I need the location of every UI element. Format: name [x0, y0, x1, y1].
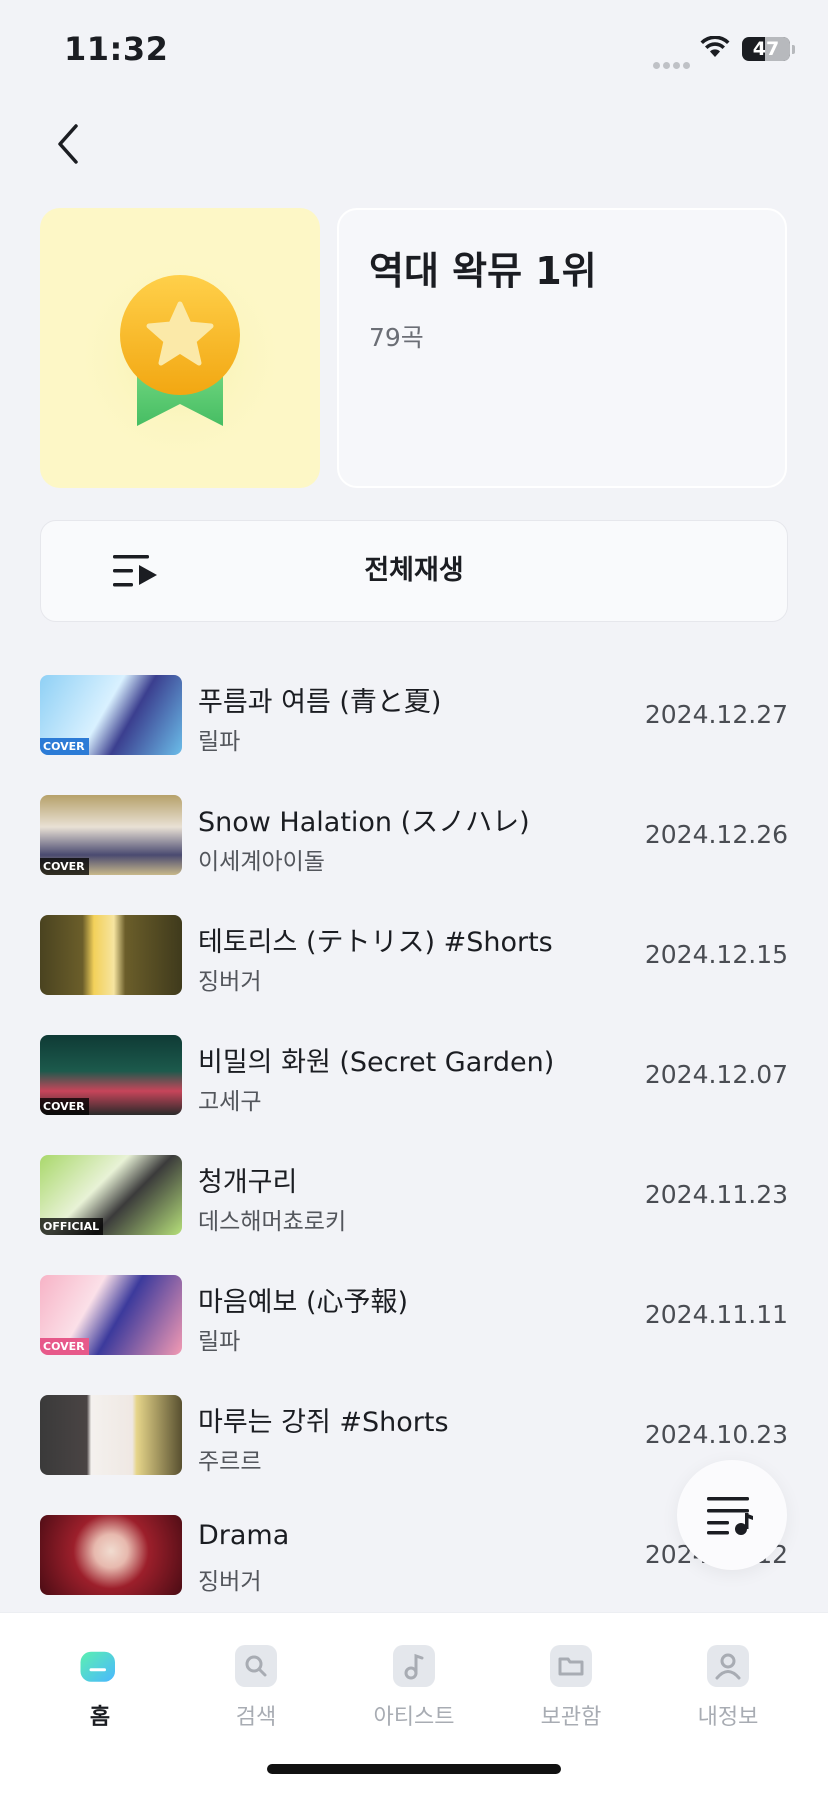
- song-date: 2024.11.11: [644, 1300, 788, 1329]
- home-indicator: [267, 1764, 561, 1774]
- song-row[interactable]: COVER 푸름과 여름 (青と夏) 릴파 2024.12.27: [0, 670, 828, 770]
- thumbnail-badge: COVER: [40, 1338, 89, 1355]
- status-time: 11:32: [64, 30, 169, 68]
- song-date: 2024.12.15: [644, 940, 788, 969]
- thumbnail-badge: COVER: [40, 738, 89, 755]
- song-title: 푸름과 여름 (青と夏): [198, 687, 442, 718]
- song-artist: 릴파: [198, 1329, 241, 1355]
- search-icon: [235, 1645, 277, 1687]
- playlist-info-card: 역대 왁뮤 1위 79곡: [337, 208, 787, 488]
- song-title: 마루는 강쥐 #Shorts: [198, 1407, 449, 1438]
- song-row[interactable]: COVER Snow Halation (スノハレ) 이세계아이돌 2024.1…: [0, 790, 828, 890]
- back-chevron-icon[interactable]: [54, 124, 84, 164]
- song-artist: 데스해머쵸로키: [198, 1209, 347, 1235]
- song-thumbnail: [40, 1395, 182, 1475]
- song-thumbnail: [40, 1515, 182, 1595]
- song-artist: 징버거: [198, 1569, 262, 1595]
- song-title: 테토리스 (テトリス) #Shorts: [198, 927, 553, 958]
- status-bar: 11:32 47: [0, 0, 828, 100]
- song-row[interactable]: COVER 마음예보 (心予報) 릴파 2024.11.11: [0, 1270, 828, 1370]
- song-date: 2024.12.26: [644, 820, 788, 849]
- now-playing-queue-button[interactable]: [677, 1460, 787, 1570]
- tab-label: 홈: [89, 1705, 111, 1730]
- song-artist: 릴파: [198, 729, 241, 755]
- song-title: Drama: [198, 1520, 290, 1551]
- tab-artist[interactable]: 아티스트: [354, 1627, 474, 1730]
- person-icon: [707, 1645, 749, 1687]
- playlist-cover-image: [40, 208, 320, 488]
- song-row[interactable]: OFFICIAL 청개구리 데스해머쵸로키 2024.11.23: [0, 1150, 828, 1250]
- playlist-music-icon: [707, 1497, 753, 1535]
- tab-label: 아티스트: [373, 1705, 455, 1730]
- song-date: 2024.11.23: [644, 1180, 788, 1209]
- song-thumbnail: COVER: [40, 795, 182, 875]
- tab-search[interactable]: 검색: [196, 1627, 316, 1730]
- song-thumbnail: COVER: [40, 675, 182, 755]
- thumbnail-badge: COVER: [40, 1098, 89, 1115]
- tab-label: 보관함: [540, 1705, 602, 1730]
- playlist-song-count: 79곡: [369, 323, 424, 352]
- music-note-icon: [393, 1645, 435, 1687]
- thumbnail-badge: OFFICIAL: [40, 1218, 104, 1235]
- song-thumbnail: OFFICIAL: [40, 1155, 182, 1235]
- folder-icon: [550, 1645, 592, 1687]
- tab-label: 내정보: [697, 1705, 759, 1730]
- song-thumbnail: [40, 915, 182, 995]
- song-row[interactable]: 테토리스 (テトリス) #Shorts 징버거 2024.12.15: [0, 910, 828, 1010]
- song-date: 2024.10.23: [644, 1420, 788, 1449]
- battery-icon: 47: [742, 37, 790, 61]
- song-row[interactable]: COVER 비밀의 화원 (Secret Garden) 고세구 2024.12…: [0, 1030, 828, 1130]
- tab-home[interactable]: 홈: [40, 1627, 160, 1730]
- song-artist: 이세계아이돌: [198, 849, 325, 875]
- song-thumbnail: COVER: [40, 1275, 182, 1355]
- song-title: 마음예보 (心予報): [198, 1287, 409, 1318]
- tab-label: 검색: [235, 1705, 277, 1730]
- song-date: 2024.12.07: [644, 1060, 788, 1089]
- song-artist: 고세구: [198, 1089, 262, 1115]
- song-title: 청개구리: [198, 1167, 298, 1198]
- song-thumbnail: COVER: [40, 1035, 182, 1115]
- song-artist: 징버거: [198, 969, 262, 995]
- tab-library[interactable]: 보관함: [511, 1627, 631, 1730]
- song-title: 비밀의 화원 (Secret Garden): [198, 1047, 555, 1078]
- playlist-title: 역대 왁뮤 1위: [369, 249, 597, 293]
- play-all-label: 전체재생: [364, 555, 464, 586]
- thumbnail-badge: COVER: [40, 858, 89, 875]
- cellular-signal-icon: [653, 54, 693, 73]
- play-all-button[interactable]: 전체재생: [40, 520, 788, 622]
- battery-level: 47: [752, 38, 780, 60]
- home-icon: [80, 1651, 115, 1682]
- song-date: 2024.12.27: [644, 700, 788, 729]
- song-title: Snow Halation (スノハレ): [198, 807, 530, 838]
- wifi-icon: [700, 36, 730, 57]
- medal-icon: [70, 248, 290, 468]
- tab-my-info[interactable]: 내정보: [668, 1627, 788, 1730]
- song-artist: 주르르: [198, 1449, 262, 1475]
